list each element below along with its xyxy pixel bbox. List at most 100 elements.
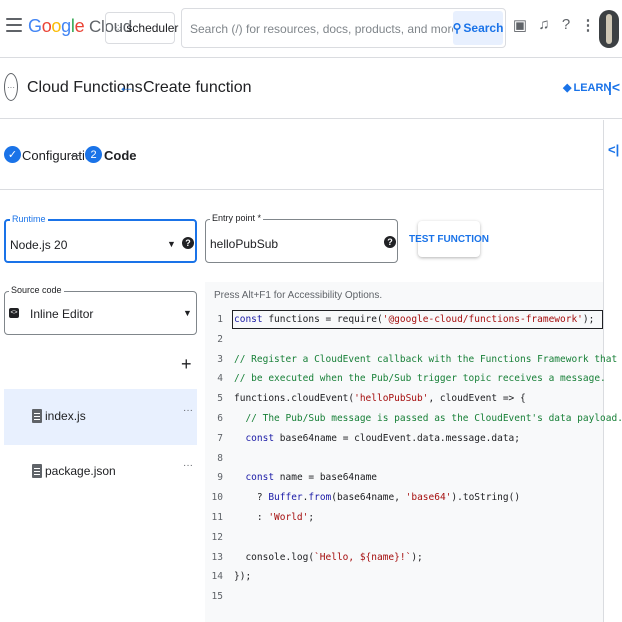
- project-icon: ⁘: [114, 22, 123, 34]
- code-text: const name = base64name: [245, 472, 378, 484]
- code-text: ? Buffer.from(base64name, 'base64').toSt…: [234, 492, 521, 504]
- code-line[interactable]: 9 const name = base64name: [205, 472, 603, 492]
- right-side-panel: <|: [603, 120, 622, 622]
- source-code-label: Source code: [9, 285, 64, 295]
- code-line[interactable]: 3// Register a CloudEvent callback with …: [205, 353, 617, 374]
- line-number: 3: [217, 353, 223, 365]
- help-icon[interactable]: ?: [182, 237, 194, 249]
- test-function-button[interactable]: TEST FUNCTION: [409, 221, 489, 257]
- editor-accessibility-hint: Press Alt+F1 for Accessibility Options.: [214, 290, 383, 301]
- code-line[interactable]: 15: [205, 591, 603, 611]
- line-number: 8: [217, 452, 223, 464]
- back-arrow-icon[interactable]: ←: [118, 77, 135, 97]
- learn-label: LEARN: [573, 81, 612, 94]
- cloud-functions-icon: ···: [4, 73, 18, 101]
- divider: [0, 189, 603, 190]
- code-text: console.log(`Hello, ${name}!`);: [234, 551, 423, 563]
- code-line[interactable]: 7 const base64name = cloudEvent.data.mes…: [205, 433, 603, 453]
- code-line[interactable]: 11 : 'World';: [205, 512, 603, 532]
- collapse-panel-icon[interactable]: |<: [608, 79, 620, 95]
- line-number: 13: [211, 551, 223, 563]
- file-name: index.js: [45, 409, 86, 423]
- expand-panel-icon[interactable]: <|: [608, 142, 619, 157]
- line-number: 7: [217, 432, 223, 444]
- code-line[interactable]: 8: [205, 453, 603, 473]
- entry-point-input[interactable]: helloPubSub: [210, 237, 278, 251]
- code-line[interactable]: 6 // The Pub/Sub message is passed as th…: [205, 413, 622, 433]
- entry-point-label: Entry point *: [210, 213, 264, 223]
- code-line[interactable]: 4 // be executed when the Pub/Sub trigger…: [205, 373, 606, 393]
- chevron-down-icon: ▼: [183, 308, 192, 318]
- code-icon: <>: [9, 308, 19, 318]
- line-number: 1: [217, 314, 223, 325]
- step-divider: [71, 155, 81, 156]
- line-number: 14: [211, 571, 223, 583]
- logo-letter: G: [28, 16, 42, 36]
- line-number: 11: [211, 512, 223, 523]
- code-line[interactable]: 10 ? Buffer.from(base64name, 'base64').t…: [205, 492, 603, 512]
- entry-point-field[interactable]: Entry point * helloPubSub ?: [205, 213, 398, 263]
- line-number: 10: [211, 492, 223, 504]
- learn-button[interactable]: ◆ LEARN: [563, 81, 612, 95]
- line-number: 15: [211, 591, 223, 603]
- top-bar: Google Cloud ⁘ scheduler ▼ Search (/) fo…: [0, 0, 622, 58]
- runtime-label: Runtime: [10, 214, 48, 224]
- line-number: 2: [217, 333, 223, 345]
- more-horiz-icon[interactable]: ···: [183, 405, 193, 416]
- code-line[interactable]: 12: [205, 532, 603, 552]
- line-number: 6: [217, 413, 223, 424]
- code-line[interactable]: 2: [205, 334, 603, 354]
- code-text: functions.cloudEvent('helloPubSub', clou…: [234, 393, 526, 405]
- line-number: 4: [217, 373, 223, 385]
- search-button-label: Search: [463, 21, 504, 35]
- code-line[interactable]: 13 console.log(`Hello, ${name}!`);: [205, 552, 603, 572]
- code-text: // Register a CloudEvent callback with t…: [234, 353, 622, 365]
- project-name: scheduler: [126, 21, 179, 35]
- logo-google-text: Google: [28, 16, 89, 36]
- more-vert-icon[interactable]: ⋮: [579, 16, 597, 36]
- code-line[interactable]: 5 functions.cloudEvent('helloPubSub', clo…: [205, 393, 603, 413]
- code-text: : 'World';: [234, 512, 315, 523]
- chevron-down-icon: ▼: [167, 239, 176, 249]
- page-title: Create function: [143, 79, 252, 96]
- search-bar[interactable]: Search (/) for resources, docs, products…: [181, 8, 506, 48]
- product-header: ··· Cloud Functions ← Create function ◆ L…: [0, 59, 622, 119]
- code-text: // be executed when the Pub/Sub trigger …: [234, 373, 606, 385]
- logo-letter: o: [41, 16, 52, 36]
- step-code[interactable]: Code: [104, 148, 137, 163]
- help-icon[interactable]: ?: [384, 236, 396, 248]
- file-name: package.json: [45, 464, 116, 478]
- avatar[interactable]: [599, 10, 619, 48]
- code-text: const functions = require('@google-cloud…: [234, 314, 595, 325]
- search-icon: ⚲: [452, 21, 462, 35]
- help-icon[interactable]: ?: [557, 16, 575, 36]
- more-horiz-icon[interactable]: ···: [183, 460, 193, 471]
- notifications-icon[interactable]: ♫: [535, 16, 553, 36]
- add-file-icon[interactable]: +: [181, 354, 192, 375]
- menu-icon[interactable]: [6, 18, 22, 32]
- source-code-value: Inline Editor: [30, 307, 94, 321]
- line-number: 12: [211, 531, 223, 543]
- code-text: // The Pub/Sub message is passed as the …: [245, 413, 622, 424]
- file-icon: [32, 409, 42, 423]
- search-button[interactable]: ⚲ Search: [453, 11, 503, 45]
- cloud-shell-icon[interactable]: ▣: [511, 16, 529, 36]
- line-number: 5: [217, 393, 223, 405]
- runtime-value: Node.js 20: [10, 238, 68, 252]
- search-input[interactable]: Search (/) for resources, docs, products…: [190, 22, 458, 36]
- code-line[interactable]: 1 const functions = require('@google-clou…: [205, 314, 603, 334]
- project-selector[interactable]: ⁘ scheduler ▼: [105, 12, 191, 44]
- source-code-select[interactable]: Source code <> Inline Editor ▼: [4, 285, 197, 335]
- file-icon: [32, 464, 42, 478]
- step-number: 2: [85, 146, 102, 163]
- file-item[interactable]: package.json ···: [4, 444, 197, 500]
- logo-letter: g: [61, 16, 71, 36]
- logo-letter: e: [74, 16, 85, 36]
- runtime-select[interactable]: Runtime Node.js 20 ▼ ?: [4, 214, 197, 263]
- file-item[interactable]: index.js ···: [4, 389, 197, 445]
- code-text: const base64name = cloudEvent.data.messa…: [245, 432, 521, 444]
- code-line[interactable]: 14});: [205, 571, 603, 591]
- logo-letter: o: [51, 16, 62, 36]
- check-icon[interactable]: ✓: [4, 146, 21, 163]
- school-icon: ◆: [563, 82, 572, 94]
